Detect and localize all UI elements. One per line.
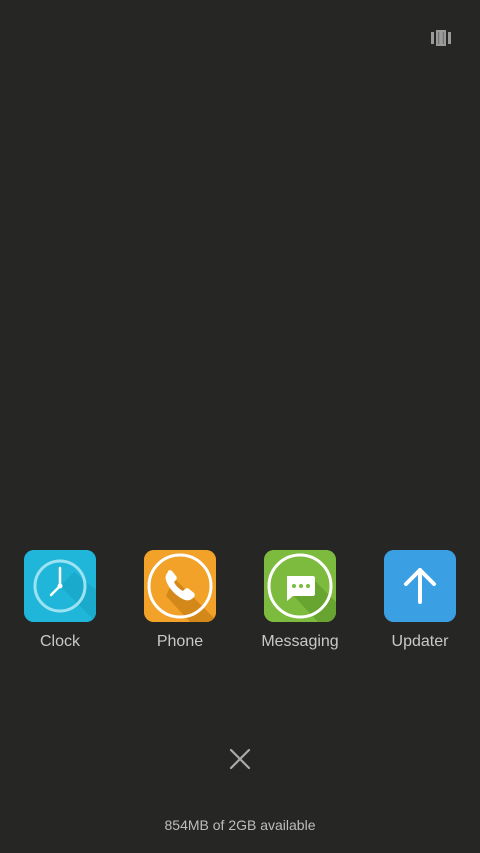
app-label-updater: Updater xyxy=(391,633,449,650)
close-icon xyxy=(229,748,251,770)
phone-icon[interactable] xyxy=(144,550,216,622)
layout-toggle-button[interactable] xyxy=(426,26,456,50)
recent-app-phone[interactable]: Phone xyxy=(120,550,240,652)
message-icon[interactable] xyxy=(264,550,336,622)
app-label-clock: Clock xyxy=(39,633,80,650)
clock-icon[interactable] xyxy=(24,550,96,622)
arrow-up-icon[interactable] xyxy=(384,550,456,622)
clear-all-button[interactable] xyxy=(224,743,256,775)
recent-app-messaging[interactable]: Messaging xyxy=(240,550,360,652)
app-label-messaging: Messaging xyxy=(261,633,339,650)
layout-toggle-icon xyxy=(431,30,451,46)
recent-apps-row: Clock Phone Messaging Updater xyxy=(0,550,480,660)
recent-app-updater[interactable]: Updater xyxy=(360,550,480,652)
recent-app-clock[interactable]: Clock xyxy=(0,550,120,652)
recents-screen: Clock Phone Messaging Updater 854MB of 2… xyxy=(0,0,480,853)
memory-status: 854MB of 2GB available xyxy=(164,817,316,833)
app-label-phone: Phone xyxy=(156,633,204,650)
